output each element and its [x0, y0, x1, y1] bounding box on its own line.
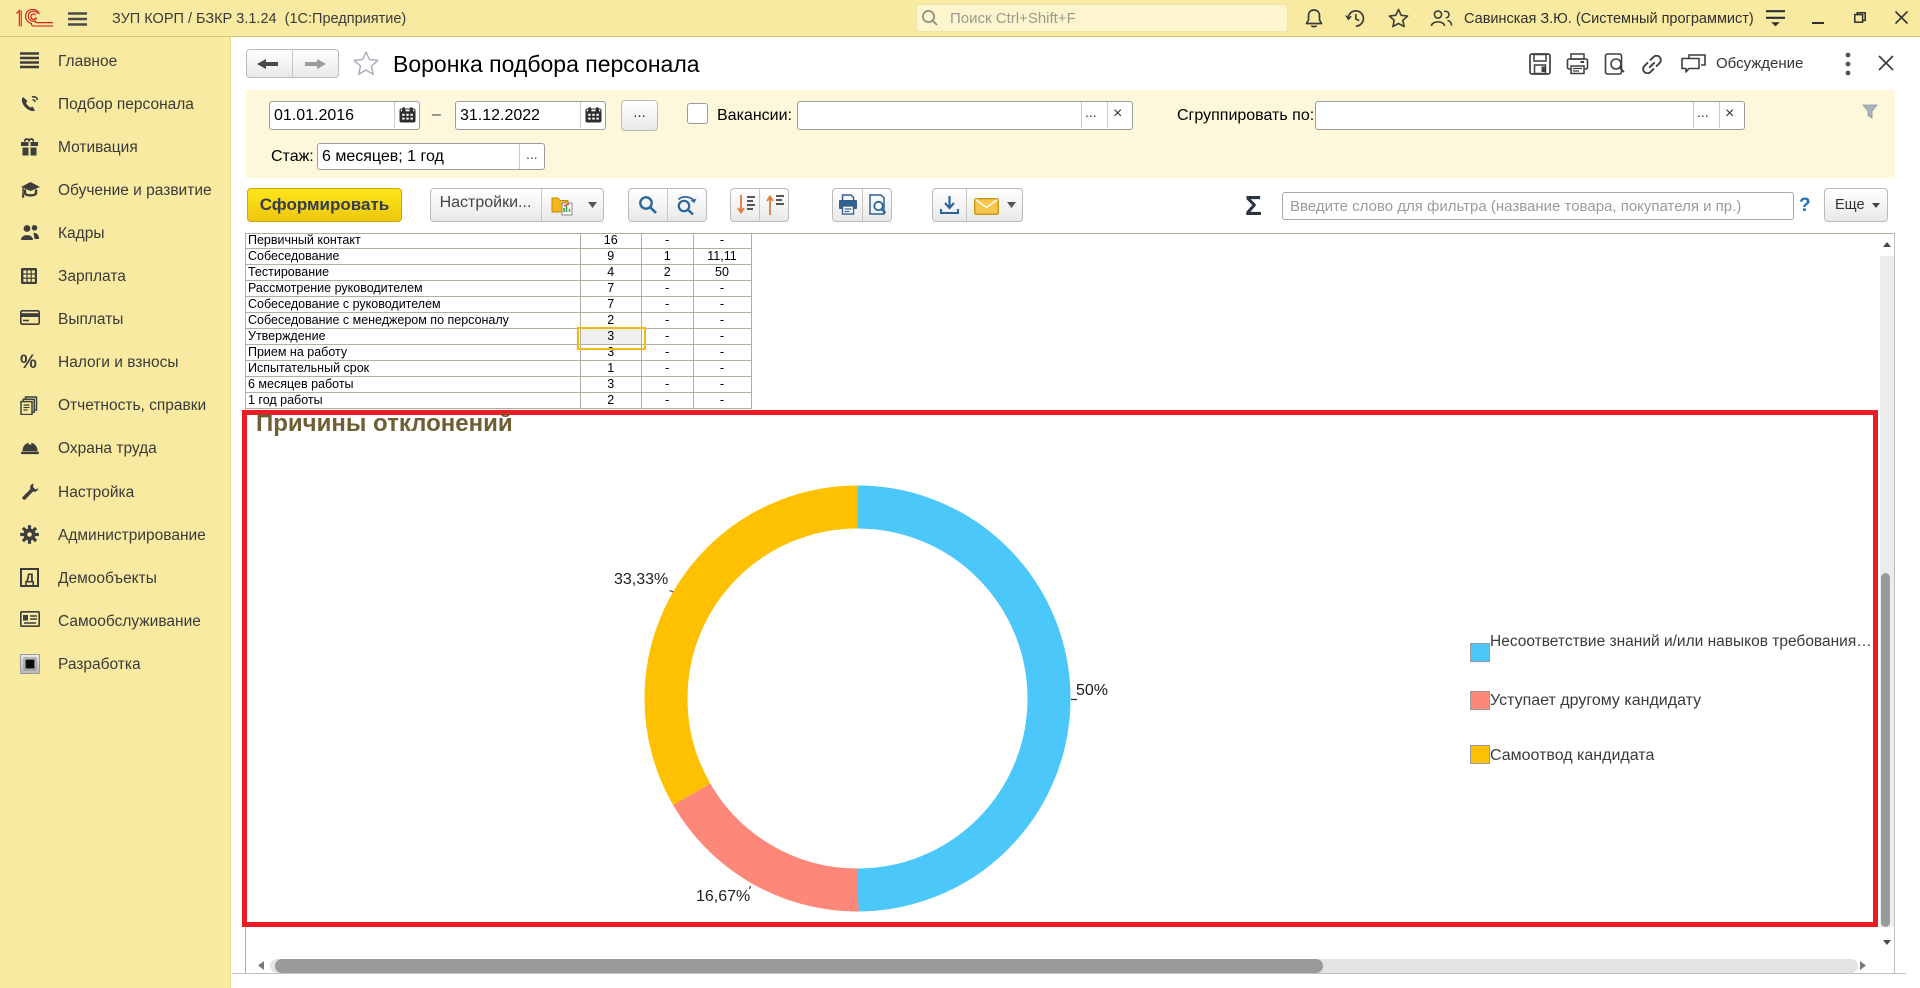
svg-text:%: % — [20, 353, 37, 371]
svg-text:Д: Д — [25, 571, 35, 586]
